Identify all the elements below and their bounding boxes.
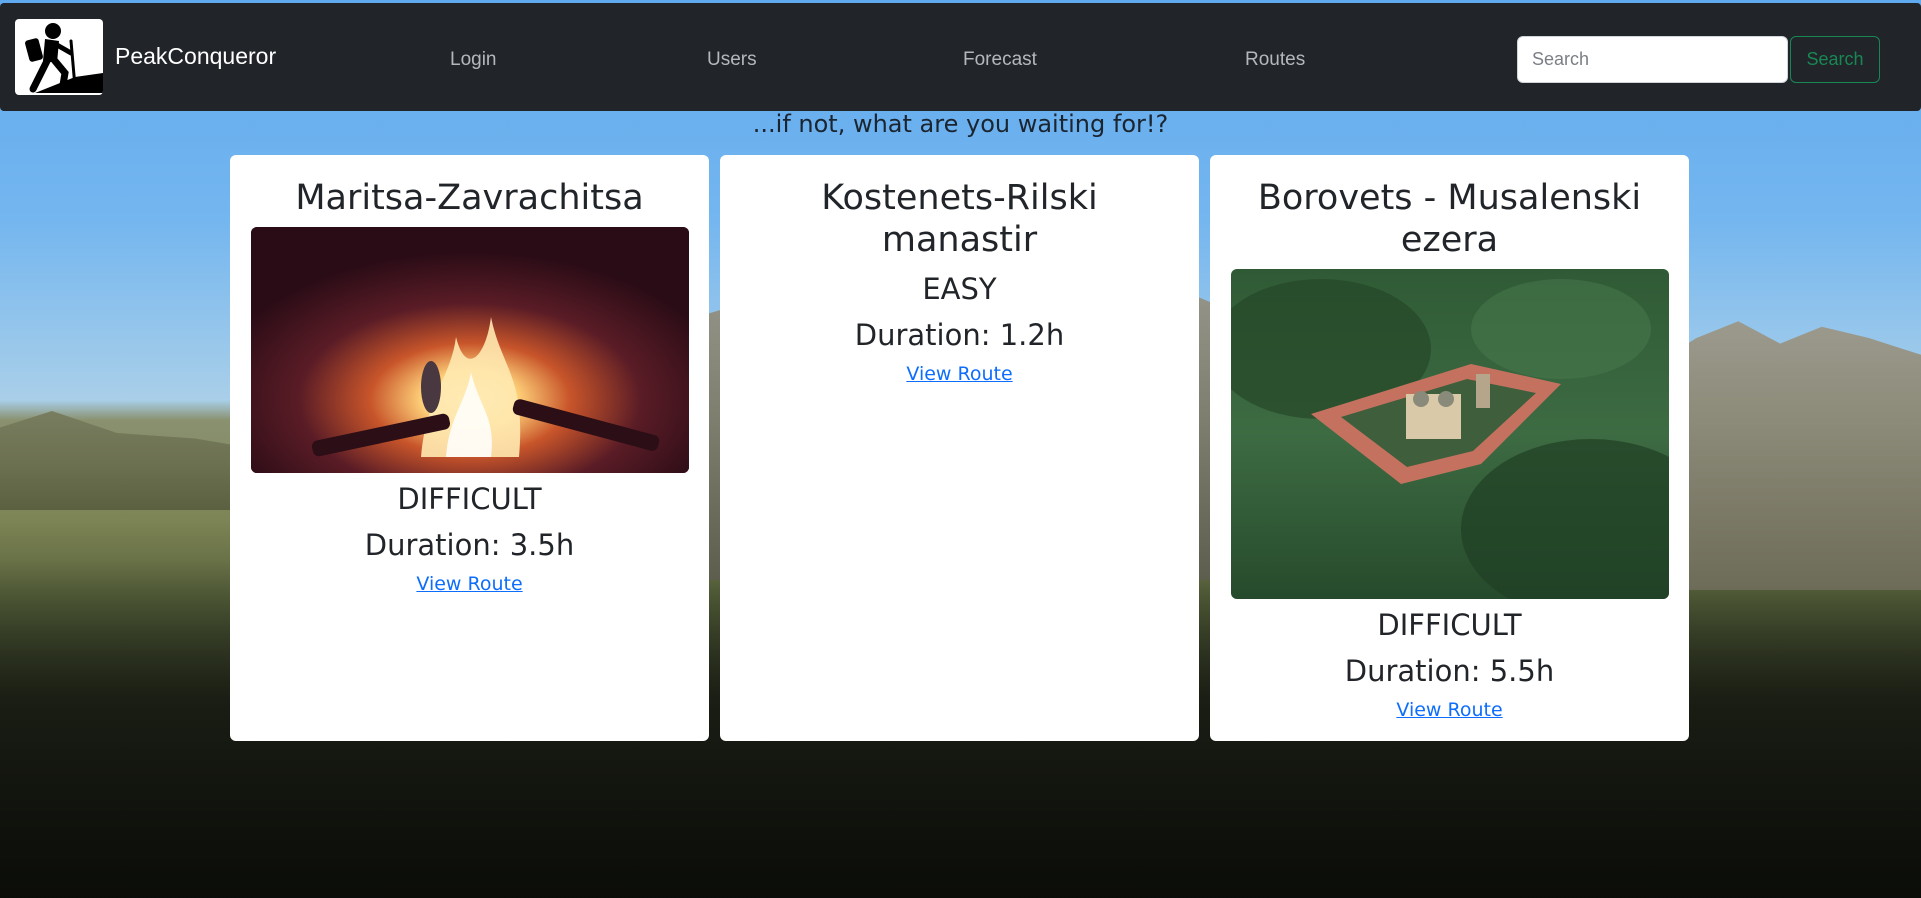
route-image-campfire <box>250 227 689 473</box>
nav-routes[interactable]: Routes <box>1245 49 1305 71</box>
route-duration: Duration: 5.5h <box>1344 654 1555 688</box>
background-mountain-right <box>1660 321 1921 590</box>
nav-forecast[interactable]: Forecast <box>963 49 1037 71</box>
navbar: PeakConqueror Login Users Forecast Route… <box>0 3 1921 111</box>
route-card: Kostenets-Rilski manastir EASY Duration:… <box>720 155 1199 741</box>
route-title: Borovets - Musalenski ezera <box>1257 178 1642 260</box>
hiker-logo-icon[interactable] <box>15 19 103 95</box>
route-difficulty: EASY <box>922 272 997 306</box>
view-route-link[interactable]: View Route <box>906 363 1012 385</box>
nav-login[interactable]: Login <box>450 49 497 71</box>
route-duration: Duration: 1.2h <box>854 318 1065 352</box>
tagline: ...if not, what are you waiting for!? <box>752 110 1169 138</box>
route-title: Maritsa-Zavrachitsa <box>295 178 644 218</box>
route-card: Maritsa-Zavrachitsa DIFFICULT Duration: … <box>230 155 709 741</box>
view-route-link[interactable]: View Route <box>1396 699 1502 721</box>
route-title: Kostenets-Rilski manastir <box>821 178 1098 260</box>
route-difficulty: DIFFICULT <box>1377 608 1522 642</box>
route-card: Borovets - Musalenski ezera DIFFICULT Du… <box>1210 155 1689 741</box>
search-input[interactable] <box>1517 36 1788 83</box>
route-duration: Duration: 3.5h <box>364 528 575 562</box>
nav-users[interactable]: Users <box>707 49 757 71</box>
view-route-link[interactable]: View Route <box>416 573 522 595</box>
route-difficulty: DIFFICULT <box>397 482 542 516</box>
search-button[interactable]: Search <box>1790 36 1880 83</box>
brand-name[interactable]: PeakConqueror <box>115 43 276 70</box>
route-image-monastery <box>1230 269 1669 599</box>
